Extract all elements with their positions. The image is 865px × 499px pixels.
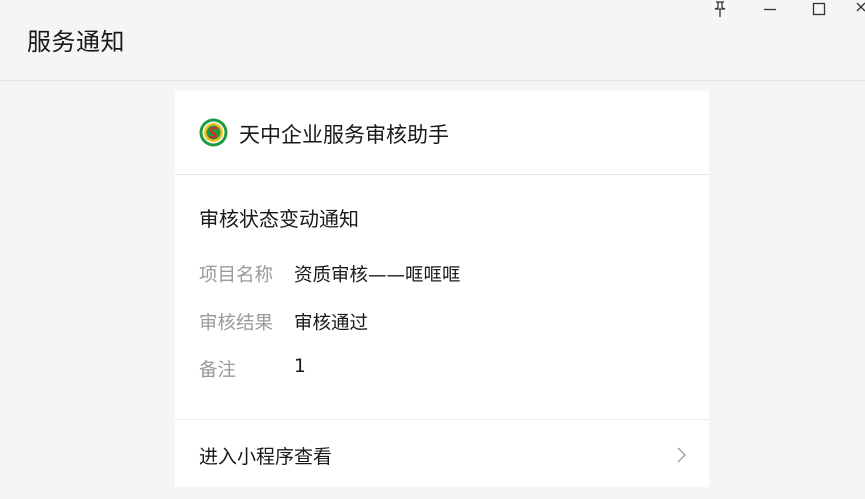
title-bar: 服务通知	[0, 0, 865, 81]
open-mini-program-label: 进入小程序查看	[199, 446, 333, 468]
field-label: 审核结果	[199, 313, 274, 334]
maximize-icon[interactable]	[809, 0, 829, 20]
message-title: 审核状态变动通知	[199, 207, 359, 231]
field-value: 1	[294, 356, 306, 377]
chevron-right-icon	[675, 445, 689, 465]
close-icon[interactable]	[855, 0, 865, 20]
open-mini-program-button[interactable]: 进入小程序查看	[175, 419, 709, 487]
card-header: 天中企业服务审核助手	[175, 91, 709, 175]
field-label: 备注	[199, 360, 237, 381]
pin-icon[interactable]	[710, 0, 730, 20]
minimize-icon[interactable]	[760, 0, 780, 20]
service-logo-icon[interactable]	[199, 118, 228, 147]
field-value: 资质审核——哐哐哐	[294, 265, 461, 286]
service-notification-card: 天中企业服务审核助手 审核状态变动通知 项目名称 资质审核——哐哐哐 审核结果 …	[175, 91, 709, 487]
service-account-name[interactable]: 天中企业服务审核助手	[239, 119, 449, 149]
field-label: 项目名称	[199, 265, 274, 286]
field-value: 审核通过	[294, 313, 369, 334]
window-title: 服务通知	[27, 28, 125, 56]
